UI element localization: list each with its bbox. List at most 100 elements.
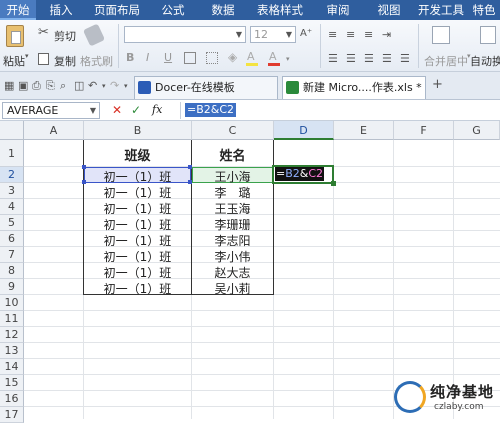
menu-page-layout[interactable]: 页面布局 — [86, 0, 148, 20]
tab-docer[interactable]: Docer-在线模板 — [134, 76, 278, 99]
merge-cells-icon[interactable] — [432, 26, 450, 44]
header-name[interactable]: 姓名 — [192, 145, 273, 164]
table-cell-name[interactable]: 李志阳 — [192, 232, 273, 249]
menu-special[interactable]: 特色 — [468, 0, 500, 20]
table-cell-name[interactable]: 吴小莉 — [192, 280, 273, 297]
tab-add-button[interactable]: + — [432, 78, 443, 92]
column-header-f[interactable]: F — [394, 121, 454, 140]
row-header-1[interactable]: 1 — [0, 140, 24, 167]
row-header-11[interactable]: 11 — [0, 311, 24, 327]
align-middle-icon[interactable]: ≡ — [346, 28, 355, 42]
paste-dropdown-icon[interactable]: ▾ — [25, 52, 29, 60]
row-header-6[interactable]: 6 — [0, 231, 24, 247]
border-icon[interactable] — [184, 52, 196, 64]
menu-developer[interactable]: 开发工具 — [414, 0, 468, 20]
row-header-13[interactable]: 13 — [0, 343, 24, 359]
row-header-8[interactable]: 8 — [0, 263, 24, 279]
table-cell-name[interactable]: 李 璐 — [192, 184, 273, 201]
table-cell-class[interactable]: 初一（1）班 — [84, 264, 191, 281]
copy-format-icon[interactable]: ◫ — [74, 79, 84, 93]
active-cell-d2[interactable]: =B2&C2 — [272, 165, 334, 184]
fill-color-icon[interactable]: ◈ — [228, 50, 237, 64]
cancel-formula-button[interactable]: ✕ — [112, 103, 122, 117]
name-box[interactable]: AVERAGE ▼ — [2, 102, 100, 119]
row-header-12[interactable]: 12 — [0, 327, 24, 343]
scissors-icon[interactable]: ✂ — [38, 26, 49, 40]
indent-icon[interactable]: ⇥ — [382, 28, 391, 42]
table-cell-class[interactable]: 初一（1）班 — [84, 216, 191, 233]
select-all-corner[interactable] — [0, 121, 24, 140]
align-right-icon[interactable]: ☰ — [364, 52, 374, 66]
table-cell-class[interactable]: 初一（1）班 — [84, 248, 191, 265]
table-cell-class[interactable]: 初一（1）班 — [84, 184, 191, 201]
header-class[interactable]: 班级 — [84, 145, 191, 164]
tab-workbook[interactable]: 新建 Micro....作表.xls * — [282, 76, 426, 99]
font-color-dropdown-icon[interactable]: ▾ — [286, 52, 290, 66]
table-cell-name[interactable]: 王玉海 — [192, 200, 273, 217]
undo-dropdown-icon[interactable]: ▾ — [102, 79, 106, 93]
increase-font-icon[interactable]: A⁺ — [300, 27, 312, 41]
align-top-icon[interactable]: ≡ — [328, 28, 337, 42]
row-header-2[interactable]: 2 — [0, 167, 24, 183]
redo-icon[interactable]: ↷ — [110, 79, 119, 93]
format-painter-button[interactable]: 格式刷 — [80, 53, 113, 69]
insert-function-button[interactable]: fx — [152, 103, 162, 116]
table-cell-name[interactable]: 李珊珊 — [192, 216, 273, 233]
copy-button[interactable]: 复制 — [54, 53, 76, 69]
grid-icon[interactable]: ▦ — [4, 79, 14, 93]
format-painter-icon[interactable] — [82, 23, 106, 47]
undo-icon[interactable]: ↶ — [88, 79, 97, 93]
confirm-formula-button[interactable]: ✓ — [131, 103, 141, 117]
cut-button[interactable]: 剪切 — [54, 28, 76, 44]
column-header-e[interactable]: E — [334, 121, 394, 140]
save-icon[interactable]: ▣ — [18, 79, 28, 93]
table-cell-class[interactable]: 初一（1）班 — [84, 232, 191, 249]
table-cell-name[interactable]: 李小伟 — [192, 248, 273, 265]
menu-data[interactable]: 数据 — [198, 0, 248, 20]
align-bottom-icon[interactable]: ≡ — [364, 28, 373, 42]
paste-button[interactable]: 粘贴 — [3, 53, 25, 69]
row-header-5[interactable]: 5 — [0, 215, 24, 231]
distributed-icon[interactable]: ☰ — [382, 52, 392, 66]
table-cell-name[interactable]: 赵大志 — [192, 264, 273, 281]
table-cell-class[interactable]: 初一（1）班 — [84, 280, 191, 297]
grid-border-icon[interactable] — [206, 52, 218, 64]
print-preview-icon[interactable]: ⎙ — [32, 79, 41, 93]
column-header-a[interactable]: A — [24, 121, 84, 140]
row-header-9[interactable]: 9 — [0, 279, 24, 295]
merge-center-button[interactable]: 合并居中 — [424, 53, 468, 69]
copy-icon[interactable] — [38, 53, 49, 65]
row-header-4[interactable]: 4 — [0, 199, 24, 215]
menu-view[interactable]: 视图 — [364, 0, 414, 20]
wrap-text-button[interactable]: 自动换行 — [470, 53, 500, 69]
table-cell-name[interactable]: 王小海 — [192, 168, 273, 185]
align-center-icon[interactable]: ☰ — [346, 52, 356, 66]
menu-formulas[interactable]: 公式 — [148, 0, 198, 20]
worksheet-grid[interactable]: A B C D E F G 1 2 3 4 5 6 7 8 9 10 11 12… — [0, 121, 500, 423]
underline-button[interactable]: U — [164, 51, 172, 65]
customize-dropdown-icon[interactable]: ▾ — [124, 79, 128, 93]
row-header-3[interactable]: 3 — [0, 183, 24, 199]
menu-table-style[interactable]: 表格样式 — [248, 0, 312, 20]
table-cell-class[interactable]: 初一（1）班 — [84, 168, 191, 185]
preview-icon[interactable]: ⌕ — [60, 79, 66, 93]
align-left-icon[interactable]: ☰ — [328, 52, 338, 66]
column-header-b[interactable]: B — [84, 121, 192, 140]
column-header-c[interactable]: C — [192, 121, 274, 140]
wrap-text-icon[interactable] — [480, 26, 496, 44]
italic-button[interactable]: I — [146, 51, 149, 65]
formula-input[interactable]: =B2&C2 — [180, 102, 498, 119]
menu-home[interactable]: 开始 — [0, 0, 36, 20]
justify-icon[interactable]: ☰ — [400, 52, 410, 66]
font-color-button[interactable]: A — [268, 50, 280, 67]
row-header-15[interactable]: 15 — [0, 375, 24, 391]
column-header-g[interactable]: G — [454, 121, 500, 140]
menu-review[interactable]: 审阅 — [312, 0, 364, 20]
column-header-d[interactable]: D — [274, 121, 334, 140]
row-header-10[interactable]: 10 — [0, 295, 24, 311]
row-header-16[interactable]: 16 — [0, 391, 24, 407]
row-header-14[interactable]: 14 — [0, 359, 24, 375]
bold-button[interactable]: B — [126, 51, 134, 65]
table-cell-class[interactable]: 初一（1）班 — [84, 200, 191, 217]
print-icon[interactable]: ⎘ — [46, 79, 55, 93]
